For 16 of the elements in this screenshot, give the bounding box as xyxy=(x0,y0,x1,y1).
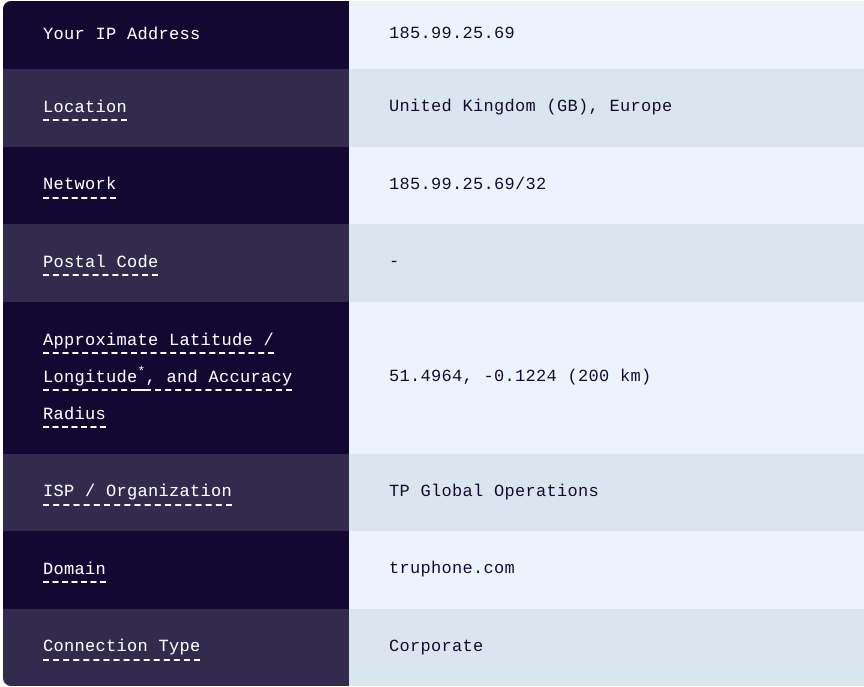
row-value: 185.99.25.69/32 xyxy=(389,174,547,197)
row-value: 185.99.25.69 xyxy=(389,24,516,46)
row-value: truphone.com xyxy=(389,559,516,582)
row-value: - xyxy=(389,252,400,274)
row-value: Corporate xyxy=(389,636,484,659)
row-label[interactable]: Location xyxy=(43,90,128,126)
row-label[interactable]: ISP / Organization xyxy=(43,474,232,511)
row-label: Your IP Address xyxy=(43,24,201,46)
row-value: 51.4964, -0.1224 (200 km) xyxy=(389,367,652,390)
row-label[interactable]: Network xyxy=(43,167,117,204)
row-label[interactable]: Domain xyxy=(43,552,106,588)
row-label[interactable]: Connection Type xyxy=(43,629,201,666)
row-value: United Kingdom (GB), Europe xyxy=(389,97,673,120)
row-label[interactable]: Postal Code xyxy=(43,244,159,282)
row-value: TP Global Operations xyxy=(389,482,600,504)
row-label[interactable]: Approximate Latitude / Longitude$^{*}$, and Accuracy Radius xyxy=(43,322,309,434)
